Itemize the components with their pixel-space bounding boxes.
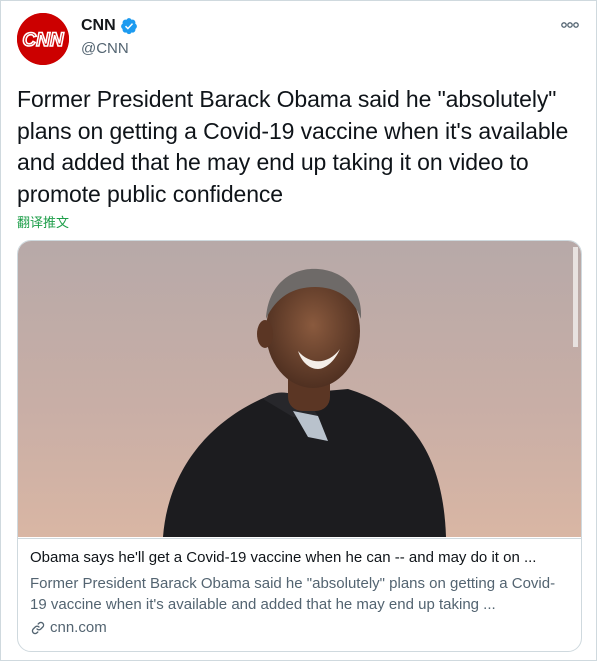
tweet-header: CNN CNN @CNN	[17, 13, 582, 69]
card-image[interactable]	[18, 241, 581, 537]
obama-photo	[18, 241, 581, 537]
card-domain-text: cnn.com	[50, 619, 107, 636]
tweet-container: CNN CNN @CNN Former President Barack Oba…	[0, 0, 597, 661]
ellipsis-icon	[561, 22, 579, 28]
avatar-text: CNN	[22, 30, 64, 51]
author-name-row: CNN	[81, 17, 138, 35]
more-options-button[interactable]	[558, 15, 582, 35]
tweet-text: Former President Barack Obama said he "a…	[17, 86, 569, 207]
card-domain: cnn.com	[30, 619, 107, 636]
card-title[interactable]: Obama says he'll get a Covid-19 vaccine …	[30, 549, 569, 566]
link-preview-card[interactable]: Obama says he'll get a Covid-19 vaccine …	[17, 240, 582, 652]
link-icon	[31, 621, 45, 634]
author-display-name[interactable]: CNN	[81, 17, 116, 35]
author-handle[interactable]: @CNN	[81, 40, 129, 57]
translate-tweet-link[interactable]: 翻译推文	[17, 212, 69, 231]
card-body: Obama says he'll get a Covid-19 vaccine …	[18, 538, 581, 651]
card-description: Former President Barack Obama said he "a…	[30, 575, 556, 613]
avatar[interactable]: CNN	[17, 13, 69, 65]
cnn-logo-icon: CNN	[17, 13, 69, 65]
verified-badge-icon	[120, 17, 138, 35]
